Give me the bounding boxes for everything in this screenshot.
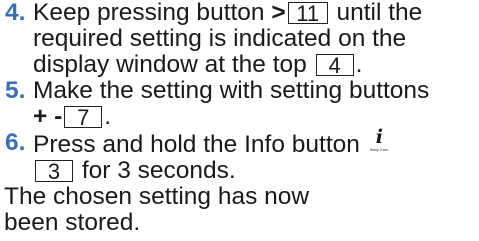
closing-paragraph: The chosen setting has now been stored. bbox=[4, 183, 310, 236]
reference-number-box: 4 bbox=[315, 54, 354, 77]
step-text-segment: required setting is indicated on the bbox=[33, 25, 407, 52]
step-text: Make the setting with setting buttons + … bbox=[33, 78, 476, 130]
info-i-icon: i Setup 3 sec. bbox=[369, 126, 392, 154]
reference-number-box: 11 bbox=[287, 2, 328, 25]
period: . bbox=[104, 103, 112, 130]
step-number: 5. bbox=[5, 77, 26, 104]
step-4: 4. Keep pressing button >11 until the re… bbox=[4, 0, 476, 78]
reference-number-box: 7 bbox=[64, 106, 103, 129]
step-text-segment: until the bbox=[336, 0, 423, 26]
step-6: 6. Press and hold the Info button i Setu… bbox=[4, 126, 476, 184]
step-text: Press and hold the Info button i Setup 3… bbox=[33, 126, 476, 184]
step-text-segment: Keep pressing button bbox=[33, 0, 265, 26]
period: . bbox=[355, 51, 363, 78]
step-number: 4. bbox=[5, 0, 26, 26]
step-text-segment: Press and hold the Info button bbox=[33, 131, 360, 158]
step-number: 6. bbox=[5, 129, 26, 156]
step-5: 5. Make the setting with setting buttons… bbox=[4, 78, 476, 130]
next-button-symbol: > bbox=[271, 0, 286, 26]
step-text-segment: display window at the top bbox=[33, 51, 307, 78]
step-text-segment: Make the setting with setting buttons bbox=[33, 77, 430, 104]
step-text: Keep pressing button >11 until the requi… bbox=[33, 0, 476, 78]
plus-minus-button-symbols: + - bbox=[33, 103, 63, 130]
instructions: 4. Keep pressing button >11 until the re… bbox=[4, 0, 476, 236]
info-icon-caption: Setup 3 sec. bbox=[369, 148, 390, 152]
info-glyph: i bbox=[375, 126, 383, 148]
step-text-segment: for 3 seconds. bbox=[81, 157, 236, 184]
reference-number-box: 3 bbox=[35, 160, 73, 183]
